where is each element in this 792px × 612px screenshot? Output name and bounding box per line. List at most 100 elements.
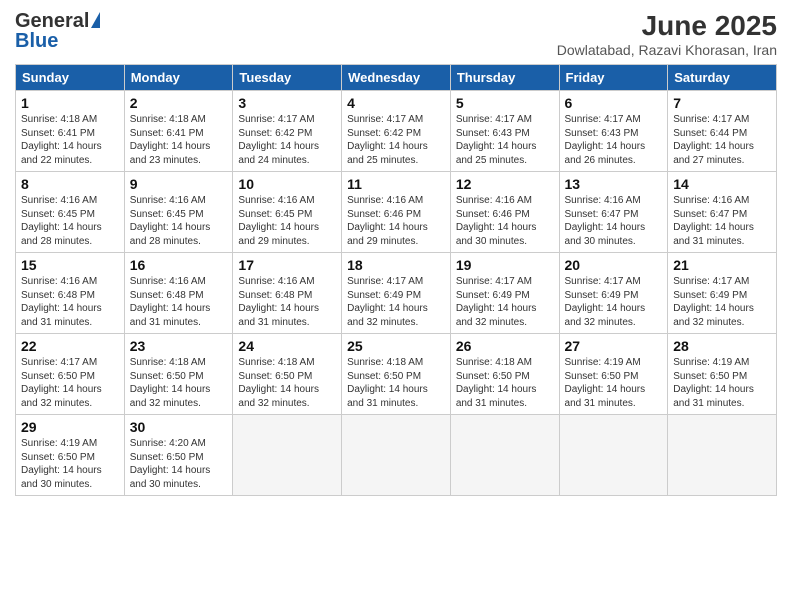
- day-number: 11: [347, 176, 445, 192]
- calendar-cell: 18 Sunrise: 4:17 AMSunset: 6:49 PMDayligh…: [342, 253, 451, 334]
- logo: General Blue: [15, 10, 100, 53]
- cell-info: Sunrise: 4:17 AMSunset: 6:49 PMDaylight:…: [673, 276, 754, 328]
- calendar-cell: 24 Sunrise: 4:18 AMSunset: 6:50 PMDayligh…: [233, 334, 342, 415]
- cell-info: Sunrise: 4:16 AMSunset: 6:46 PMDaylight:…: [347, 195, 428, 247]
- calendar-cell: 20Sunrise: 4:17 AMSunset: 6:49 PMDayligh…: [559, 253, 668, 334]
- cell-info: Sunrise: 4:18 AMSunset: 6:50 PMDaylight:…: [130, 357, 211, 409]
- calendar-cell: [559, 415, 668, 496]
- day-number: 20: [565, 257, 663, 273]
- calendar-cell: 27Sunrise: 4:19 AMSunset: 6:50 PMDayligh…: [559, 334, 668, 415]
- calendar-cell: 2 Sunrise: 4:18 AMSunset: 6:41 PMDaylight…: [124, 91, 233, 172]
- day-number: 3: [238, 95, 336, 111]
- day-number: 17: [238, 257, 336, 273]
- month-title: June 2025: [557, 10, 777, 42]
- day-number: 15: [21, 257, 119, 273]
- day-number: 16: [130, 257, 228, 273]
- cell-info: Sunrise: 4:16 AMSunset: 6:48 PMDaylight:…: [130, 276, 211, 328]
- col-friday: Friday: [559, 65, 668, 91]
- calendar-cell: 23 Sunrise: 4:18 AMSunset: 6:50 PMDayligh…: [124, 334, 233, 415]
- calendar-cell: 19 Sunrise: 4:17 AMSunset: 6:49 PMDayligh…: [450, 253, 559, 334]
- calendar-cell: 9Sunrise: 4:16 AMSunset: 6:45 PMDaylight…: [124, 172, 233, 253]
- cell-info: Sunrise: 4:17 AMSunset: 6:49 PMDaylight:…: [456, 276, 537, 328]
- calendar-cell: [233, 415, 342, 496]
- col-sunday: Sunday: [16, 65, 125, 91]
- cell-info: Sunrise: 4:16 AMSunset: 6:47 PMDaylight:…: [565, 195, 646, 247]
- cell-info: Sunrise: 4:16 AMSunset: 6:45 PMDaylight:…: [238, 195, 319, 247]
- calendar-cell: 1 Sunrise: 4:18 AMSunset: 6:41 PMDaylight…: [16, 91, 125, 172]
- cell-info: Sunrise: 4:19 AMSunset: 6:50 PMDaylight:…: [673, 357, 754, 409]
- calendar-body: 1 Sunrise: 4:18 AMSunset: 6:41 PMDaylight…: [16, 91, 777, 496]
- col-wednesday: Wednesday: [342, 65, 451, 91]
- day-number: 13: [565, 176, 663, 192]
- page-container: General Blue June 2025 Dowlatabad, Razav…: [0, 0, 792, 506]
- calendar-week-1: 1 Sunrise: 4:18 AMSunset: 6:41 PMDaylight…: [16, 91, 777, 172]
- day-number: 28: [673, 338, 771, 354]
- col-thursday: Thursday: [450, 65, 559, 91]
- calendar-cell: 12 Sunrise: 4:16 AMSunset: 6:46 PMDayligh…: [450, 172, 559, 253]
- day-number: 30: [130, 419, 228, 435]
- cell-info: Sunrise: 4:16 AMSunset: 6:46 PMDaylight:…: [456, 195, 537, 247]
- header: General Blue June 2025 Dowlatabad, Razav…: [15, 10, 777, 58]
- day-number: 21: [673, 257, 771, 273]
- day-number: 9: [130, 176, 228, 192]
- day-number: 5: [456, 95, 554, 111]
- col-saturday: Saturday: [668, 65, 777, 91]
- day-number: 8: [21, 176, 119, 192]
- calendar-cell: 5 Sunrise: 4:17 AMSunset: 6:43 PMDaylight…: [450, 91, 559, 172]
- day-number: 6: [565, 95, 663, 111]
- cell-info: Sunrise: 4:17 AMSunset: 6:50 PMDaylight:…: [21, 357, 102, 409]
- day-number: 14: [673, 176, 771, 192]
- calendar-cell: 4Sunrise: 4:17 AMSunset: 6:42 PMDaylight…: [342, 91, 451, 172]
- day-number: 19: [456, 257, 554, 273]
- day-number: 29: [21, 419, 119, 435]
- calendar-cell: [450, 415, 559, 496]
- calendar-header: Sunday Monday Tuesday Wednesday Thursday…: [16, 65, 777, 91]
- cell-info: Sunrise: 4:17 AMSunset: 6:42 PMDaylight:…: [347, 114, 428, 166]
- calendar-cell: 25 Sunrise: 4:18 AMSunset: 6:50 PMDayligh…: [342, 334, 451, 415]
- calendar-cell: 14Sunrise: 4:16 AMSunset: 6:47 PMDayligh…: [668, 172, 777, 253]
- header-row: Sunday Monday Tuesday Wednesday Thursday…: [16, 65, 777, 91]
- calendar-cell: 30Sunrise: 4:20 AMSunset: 6:50 PMDayligh…: [124, 415, 233, 496]
- calendar-cell: 13 Sunrise: 4:16 AMSunset: 6:47 PMDayligh…: [559, 172, 668, 253]
- calendar-cell: 28 Sunrise: 4:19 AMSunset: 6:50 PMDayligh…: [668, 334, 777, 415]
- day-number: 22: [21, 338, 119, 354]
- calendar-week-5: 29 Sunrise: 4:19 AMSunset: 6:50 PMDayligh…: [16, 415, 777, 496]
- calendar-cell: 26Sunrise: 4:18 AMSunset: 6:50 PMDayligh…: [450, 334, 559, 415]
- calendar-cell: 22 Sunrise: 4:17 AMSunset: 6:50 PMDayligh…: [16, 334, 125, 415]
- cell-info: Sunrise: 4:19 AMSunset: 6:50 PMDaylight:…: [21, 438, 102, 490]
- cell-info: Sunrise: 4:18 AMSunset: 6:41 PMDaylight:…: [130, 114, 211, 166]
- cell-info: Sunrise: 4:17 AMSunset: 6:43 PMDaylight:…: [565, 114, 646, 166]
- day-number: 23: [130, 338, 228, 354]
- cell-info: Sunrise: 4:16 AMSunset: 6:45 PMDaylight:…: [21, 195, 102, 247]
- logo-blue-text: Blue: [15, 30, 58, 53]
- calendar-cell: 6 Sunrise: 4:17 AMSunset: 6:43 PMDaylight…: [559, 91, 668, 172]
- calendar-cell: 7Sunrise: 4:17 AMSunset: 6:44 PMDaylight…: [668, 91, 777, 172]
- logo-arrow-icon: [91, 12, 100, 28]
- col-monday: Monday: [124, 65, 233, 91]
- day-number: 24: [238, 338, 336, 354]
- cell-info: Sunrise: 4:17 AMSunset: 6:49 PMDaylight:…: [347, 276, 428, 328]
- calendar-table: Sunday Monday Tuesday Wednesday Thursday…: [15, 64, 777, 496]
- day-number: 1: [21, 95, 119, 111]
- title-section: June 2025 Dowlatabad, Razavi Khorasan, I…: [557, 10, 777, 58]
- cell-info: Sunrise: 4:19 AMSunset: 6:50 PMDaylight:…: [565, 357, 646, 409]
- cell-info: Sunrise: 4:18 AMSunset: 6:41 PMDaylight:…: [21, 114, 102, 166]
- day-number: 12: [456, 176, 554, 192]
- day-number: 2: [130, 95, 228, 111]
- day-number: 25: [347, 338, 445, 354]
- day-number: 18: [347, 257, 445, 273]
- cell-info: Sunrise: 4:16 AMSunset: 6:48 PMDaylight:…: [21, 276, 102, 328]
- calendar-cell: 29 Sunrise: 4:19 AMSunset: 6:50 PMDayligh…: [16, 415, 125, 496]
- calendar-cell: 21 Sunrise: 4:17 AMSunset: 6:49 PMDayligh…: [668, 253, 777, 334]
- calendar-week-4: 22 Sunrise: 4:17 AMSunset: 6:50 PMDayligh…: [16, 334, 777, 415]
- cell-info: Sunrise: 4:16 AMSunset: 6:48 PMDaylight:…: [238, 276, 319, 328]
- calendar-cell: [342, 415, 451, 496]
- calendar-cell: 11 Sunrise: 4:16 AMSunset: 6:46 PMDayligh…: [342, 172, 451, 253]
- cell-info: Sunrise: 4:18 AMSunset: 6:50 PMDaylight:…: [347, 357, 428, 409]
- location-subtitle: Dowlatabad, Razavi Khorasan, Iran: [557, 42, 777, 58]
- col-tuesday: Tuesday: [233, 65, 342, 91]
- cell-info: Sunrise: 4:18 AMSunset: 6:50 PMDaylight:…: [238, 357, 319, 409]
- calendar-cell: 15 Sunrise: 4:16 AMSunset: 6:48 PMDayligh…: [16, 253, 125, 334]
- cell-info: Sunrise: 4:17 AMSunset: 6:43 PMDaylight:…: [456, 114, 537, 166]
- calendar-week-2: 8 Sunrise: 4:16 AMSunset: 6:45 PMDaylight…: [16, 172, 777, 253]
